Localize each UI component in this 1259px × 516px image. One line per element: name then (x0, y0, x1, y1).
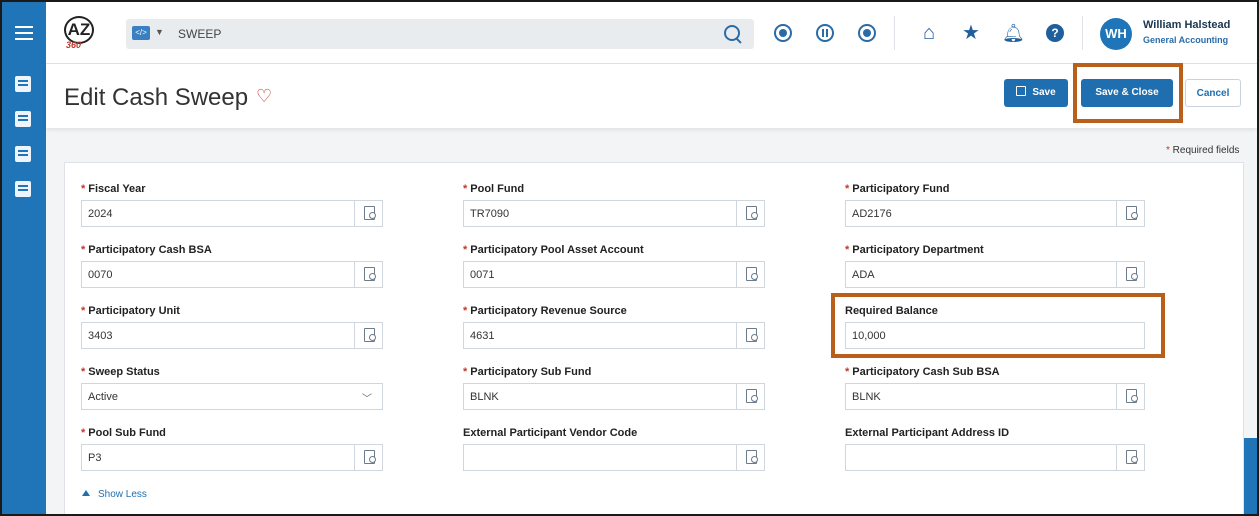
az360-logo[interactable]: AZ 360 (64, 16, 98, 50)
participatory-pool-asset-account-label: * Participatory Pool Asset Account (463, 244, 644, 256)
lookup-icon[interactable] (736, 262, 764, 287)
star-icon[interactable]: ★ (960, 22, 982, 44)
sweep-status-select[interactable]: Active ﹀ (81, 383, 383, 410)
global-search[interactable]: </> ▼ SWEEP (126, 19, 754, 49)
participatory-fund-label: * Participatory Fund (845, 183, 950, 195)
lookup-icon[interactable] (736, 323, 764, 348)
pool-fund-field[interactable]: TR7090 (463, 200, 765, 227)
participatory-sub-fund-field[interactable]: BLNK (463, 383, 765, 410)
pool-fund-label: * Pool Fund (463, 183, 525, 195)
participatory-fund-field[interactable]: AD2176 (845, 200, 1145, 227)
participatory-cash-bsa-label: * Participatory Cash BSA (81, 244, 212, 256)
required-fields-note: * Required fields (1166, 145, 1240, 156)
pool-sub-fund-label: * Pool Sub Fund (81, 427, 166, 439)
lookup-icon[interactable] (1116, 384, 1144, 409)
caret-up-icon (82, 490, 90, 496)
participatory-department-field[interactable]: ADA (845, 261, 1145, 288)
participatory-unit-field[interactable]: 3403 (81, 322, 383, 349)
ledger-icon[interactable] (15, 111, 31, 127)
lookup-icon[interactable] (1116, 201, 1144, 226)
pool-sub-fund-field[interactable]: P3 (81, 444, 383, 471)
participatory-department-label: * Participatory Department (845, 244, 984, 256)
app-window: AZ 360 </> ▼ SWEEP ⌂ ★ 🔔︎ ? WH William H… (0, 0, 1259, 516)
documents-icon[interactable] (15, 146, 31, 162)
divider (894, 16, 895, 50)
lookup-icon[interactable] (354, 201, 382, 226)
lookup-icon[interactable] (354, 262, 382, 287)
bell-icon[interactable]: 🔔︎ (1002, 22, 1025, 44)
show-less-link[interactable]: Show Less (82, 489, 147, 500)
lookup-icon[interactable] (736, 384, 764, 409)
record-icon[interactable] (774, 24, 792, 42)
reports-icon[interactable] (15, 181, 31, 197)
save-button[interactable]: Save (1004, 79, 1068, 107)
left-rail (2, 2, 46, 514)
hamburger-menu-icon[interactable] (2, 2, 46, 64)
external-participant-vendor-code-field[interactable] (463, 444, 765, 471)
top-bar: AZ 360 </> ▼ SWEEP ⌂ ★ 🔔︎ ? WH William H… (46, 2, 1257, 64)
user-name[interactable]: William Halstead (1143, 19, 1230, 31)
divider (1082, 16, 1083, 50)
participatory-revenue-source-label: * Participatory Revenue Source (463, 305, 627, 317)
external-participant-vendor-code-label: External Participant Vendor Code (463, 427, 638, 439)
side-panel-tab[interactable] (1244, 438, 1257, 514)
help-icon[interactable]: ? (1046, 24, 1064, 42)
lookup-icon[interactable] (736, 201, 764, 226)
search-icon[interactable] (722, 23, 744, 45)
external-participant-address-id-label: External Participant Address ID (845, 427, 1010, 439)
lookup-icon[interactable] (1116, 262, 1144, 287)
external-participant-address-id-field[interactable] (845, 444, 1145, 471)
stop-icon[interactable] (858, 24, 876, 42)
participatory-unit-label: * Participatory Unit (81, 305, 180, 317)
participatory-revenue-source-field[interactable]: 4631 (463, 322, 765, 349)
avatar[interactable]: WH (1100, 18, 1132, 50)
participatory-sub-fund-label: * Participatory Sub Fund (463, 366, 592, 378)
fiscal-year-label: * Fiscal Year (81, 183, 146, 195)
participatory-cash-sub-bsa-field[interactable]: BLNK (845, 383, 1145, 410)
page-title: Edit Cash Sweep (64, 84, 249, 111)
highlight-save-close (1073, 63, 1183, 123)
lookup-icon[interactable] (736, 445, 764, 470)
search-input[interactable]: SWEEP (178, 27, 221, 41)
search-report-icon[interactable] (15, 76, 31, 92)
chevron-down-icon[interactable]: ﹀ (362, 390, 372, 405)
lookup-icon[interactable] (354, 445, 382, 470)
home-icon[interactable]: ⌂ (918, 22, 940, 44)
cancel-button[interactable]: Cancel (1185, 79, 1241, 107)
lookup-icon[interactable] (1116, 445, 1144, 470)
lookup-icon[interactable] (354, 323, 382, 348)
participatory-pool-asset-account-field[interactable]: 0071 (463, 261, 765, 288)
chevron-down-icon[interactable]: ▼ (155, 27, 164, 37)
user-role: General Accounting (1143, 35, 1229, 45)
participatory-cash-bsa-field[interactable]: 0070 (81, 261, 383, 288)
participatory-cash-sub-bsa-label: * Participatory Cash Sub BSA (845, 366, 1000, 378)
search-context-icon[interactable]: </> (132, 26, 150, 40)
pause-icon[interactable] (816, 24, 834, 42)
highlight-required-balance (831, 293, 1165, 358)
favorite-heart-icon[interactable]: ♡ (256, 86, 272, 107)
fiscal-year-field[interactable]: 2024 (81, 200, 383, 227)
save-icon (1016, 86, 1027, 96)
sweep-status-label: * Sweep Status (81, 366, 160, 378)
